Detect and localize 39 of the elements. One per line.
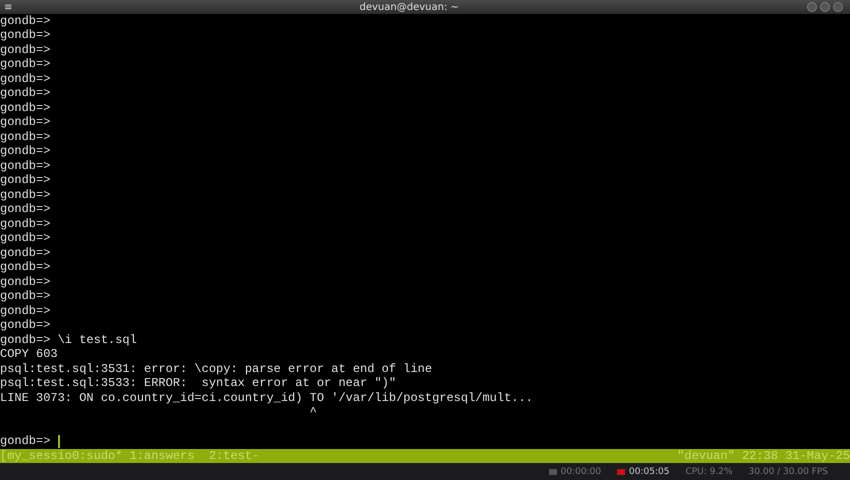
terminal-line: LINE 3073: ON co.country_id=ci.country_id) TO '/var/lib/postgresql/mult... bbox=[0, 390, 533, 406]
terminal-line: COPY 603 bbox=[0, 347, 58, 362]
tmux-host-time: "devuan" 22:38 31-May-25 bbox=[677, 449, 850, 463]
text-cursor bbox=[58, 435, 60, 448]
terminal-line: gondb=> bbox=[0, 274, 50, 290]
recorder-stat: 30.00 / 30.00 FPS bbox=[748, 466, 828, 476]
terminal-line: gondb=> \i test.sql bbox=[0, 332, 137, 348]
terminal-line: ^ bbox=[308, 405, 317, 420]
recorder-stat: 00:00:00 bbox=[548, 466, 602, 476]
terminal-line: gondb=> bbox=[0, 231, 50, 246]
window-title: devuan@devuan: ~ bbox=[358, 2, 460, 12]
terminal-prompt: gondb=> bbox=[0, 434, 52, 449]
terminal-line: gondb=> bbox=[0, 304, 50, 319]
terminal-line: gondb=> bbox=[0, 86, 50, 102]
terminal-line: gondb=> bbox=[0, 318, 50, 334]
tmux-windows: [my_sessio0:sudo* 1:answers 2:test- bbox=[0, 449, 260, 463]
terminal-line: gondb=> bbox=[0, 173, 50, 188]
terminal-line: gondb=> bbox=[0, 260, 50, 276]
terminal-line: gondb=> bbox=[0, 144, 50, 160]
terminal-line: gondb=> bbox=[0, 188, 50, 203]
recorder-stat: CPU: 9.2% bbox=[685, 466, 733, 476]
terminal-line: gondb=> bbox=[0, 289, 50, 304]
terminal-line: gondb=> bbox=[0, 202, 50, 218]
terminal-line: gondb=> bbox=[0, 246, 50, 261]
terminal-line: psql:test.sql:3533: ERROR: syntax error at or near ")" bbox=[0, 376, 396, 392]
terminal-line: gondb=> bbox=[0, 100, 50, 116]
terminal-line: gondb=> bbox=[0, 42, 50, 58]
terminal-line: gondb=> bbox=[0, 14, 50, 29]
terminal-line: gondb=> bbox=[0, 216, 50, 232]
recorder-stat: 00:05:05 bbox=[617, 466, 670, 476]
terminal-line: gondb=> bbox=[0, 158, 50, 174]
terminal-line: gondb=> bbox=[0, 130, 50, 145]
terminal-line: gondb=> bbox=[0, 28, 50, 44]
terminal-line: gondb=> bbox=[0, 115, 50, 130]
window-menu-button[interactable]: ≡ bbox=[4, 2, 12, 12]
terminal-line: psql:test.sql:3531: error: \copy: parse error at end of line bbox=[0, 362, 432, 377]
terminal-line: gondb=> bbox=[0, 57, 50, 72]
terminal-line: gondb=> bbox=[0, 72, 50, 87]
window-controls-icon[interactable] bbox=[806, 1, 846, 13]
